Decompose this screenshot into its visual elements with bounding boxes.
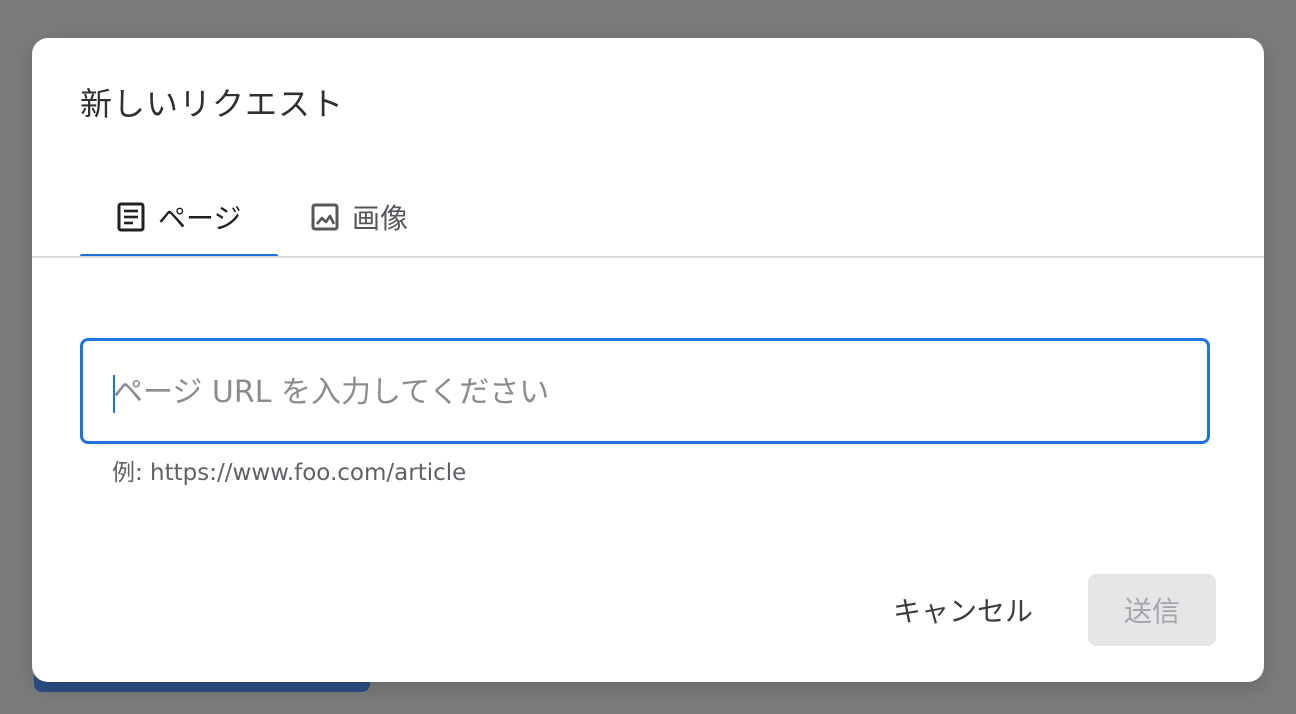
- request-type-tabs: ページ 画像: [80, 178, 446, 258]
- image-icon: [310, 202, 340, 232]
- url-field[interactable]: [80, 338, 1210, 444]
- tab-page[interactable]: ページ: [80, 178, 278, 258]
- tab-page-label: ページ: [158, 202, 242, 235]
- tab-image-label: 画像: [352, 202, 409, 235]
- text-caret: [113, 375, 115, 413]
- dialog-title: 新しいリクエスト: [80, 85, 345, 123]
- tab-image[interactable]: 画像: [278, 178, 446, 256]
- url-helper-text: 例: https://www.foo.com/article: [112, 460, 467, 486]
- page-url-input[interactable]: [111, 341, 1175, 443]
- submit-button[interactable]: 送信: [1088, 574, 1216, 646]
- cancel-button[interactable]: キャンセル: [878, 574, 1048, 646]
- new-request-dialog: 新しいリクエスト ページ 画像 ページ URL を入力してください 例: htt…: [32, 38, 1264, 682]
- tabs-divider: [32, 256, 1264, 258]
- document-icon: [116, 202, 146, 232]
